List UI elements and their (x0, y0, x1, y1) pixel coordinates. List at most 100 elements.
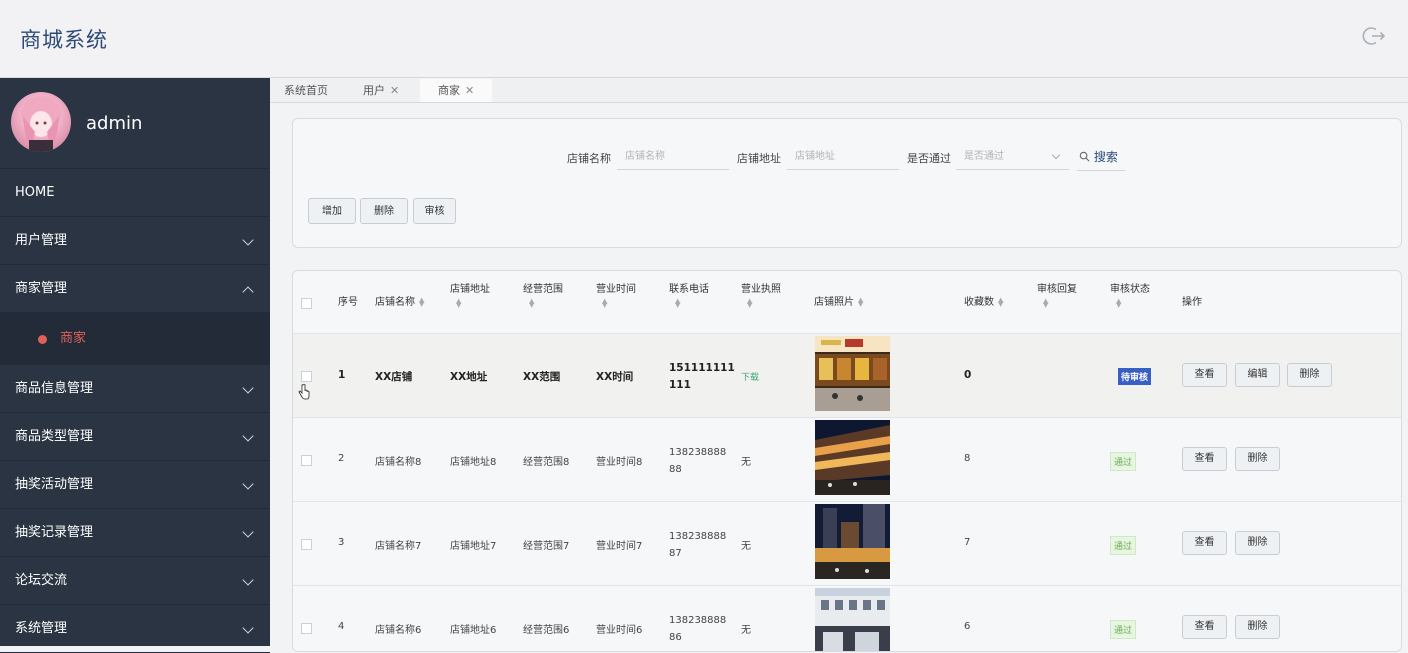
sidebar-item-product-info[interactable]: 商品信息管理 (0, 365, 270, 413)
shop-name-label: 店铺名称 (567, 152, 611, 165)
sidebar-item-product-type[interactable]: 商品类型管理 (0, 413, 270, 461)
sort-icon[interactable]: ▲ ▼ (529, 298, 535, 309)
passed-select[interactable]: 是否通过 (956, 144, 1069, 170)
sort-icon[interactable]: ▲ ▼ (1116, 298, 1122, 309)
cell-hours: 营业时间8 (596, 457, 643, 468)
chevron-down-icon (242, 478, 254, 490)
row-checkbox[interactable] (301, 455, 312, 466)
delete-button[interactable]: 删除 (1287, 363, 1332, 387)
shop-addr-label: 店铺地址 (737, 152, 781, 165)
col-header-reply[interactable]: 审核回复 ▲ ▼ (1037, 283, 1077, 311)
phone-line: 138238888 (669, 531, 727, 542)
chevron-down-icon (242, 526, 254, 538)
cell-hours: XX时间 (596, 371, 634, 383)
cell-shop-name: 店铺名称8 (375, 457, 422, 468)
chevron-down-icon (242, 234, 254, 246)
sidebar-subitem-label: 商家 (60, 331, 87, 346)
cell-scope: 经营范围7 (523, 541, 570, 552)
phone-line: 88 (669, 464, 682, 475)
chevron-down-icon (242, 430, 254, 442)
batch-delete-button[interactable]: 删除 (360, 198, 408, 224)
status-badge: 通过 (1110, 536, 1137, 555)
sort-icon[interactable]: ▲ ▼ (602, 298, 608, 309)
cell-phone: 151111111 111 (669, 360, 735, 394)
cell-phone: 138238888 86 (669, 612, 726, 646)
sort-icon[interactable]: ▲ ▼ (675, 298, 681, 309)
table-row: 4 店铺名称6 店铺地址6 经营范围6 营业时间6 138238888 86 无 … (293, 585, 1401, 651)
cell-hours: 营业时间6 (596, 625, 643, 636)
sidebar: admin HOME 用户管理 商家管理 商家 商品信息管理 商品类型管理 抽奖… (0, 78, 270, 653)
sort-icon[interactable]: ▲ ▼ (998, 297, 1004, 308)
sort-icon[interactable]: ▲ ▼ (419, 297, 425, 308)
sidebar-item-label: 论坛交流 (15, 573, 68, 588)
hand-cursor-icon (298, 384, 310, 400)
view-button[interactable]: 查看 (1182, 363, 1227, 387)
top-header: 商城系统 (0, 0, 1408, 78)
sidebar-item-user-management[interactable]: 用户管理 (0, 217, 270, 265)
col-header-shop-name[interactable]: 店铺名称 ▲ ▼ (375, 296, 425, 310)
cell-scope: 经营范围8 (523, 457, 570, 468)
cell-license: 无 (741, 625, 751, 636)
phone-line: 138238888 (669, 447, 727, 458)
view-button[interactable]: 查看 (1182, 615, 1227, 639)
cell-scope: XX范围 (523, 371, 561, 383)
shop-addr-input[interactable]: 店铺地址 (787, 144, 899, 170)
audit-button[interactable]: 审核 (413, 198, 456, 224)
status-badge: 通过 (1110, 452, 1137, 471)
sidebar-item-home[interactable]: HOME (0, 169, 270, 217)
license-download-link[interactable]: 下载 (741, 370, 759, 383)
sidebar-item-label: 用户管理 (15, 233, 68, 248)
col-header-favorites[interactable]: 收藏数 ▲ ▼ (964, 296, 1004, 310)
search-button[interactable]: 搜索 (1077, 146, 1125, 171)
sidebar-subitem-merchant[interactable]: 商家 (0, 313, 270, 365)
col-header-label: 联系电话 (669, 284, 709, 295)
close-icon[interactable]: ✕ (390, 84, 399, 97)
col-header-photo[interactable]: 店铺照片 ▲ ▼ (814, 296, 864, 310)
sidebar-item-label: 抽奖记录管理 (15, 525, 94, 540)
shop-name-input[interactable]: 店铺名称 (617, 144, 729, 170)
tab-merchant[interactable]: 商家 ✕ (420, 79, 493, 102)
search-button-label: 搜索 (1093, 150, 1118, 164)
col-header-label: 审核状态 (1110, 284, 1150, 295)
col-header-shop-addr[interactable]: 店铺地址 ▲ ▼ (450, 283, 490, 311)
sidebar-item-forum[interactable]: 论坛交流 (0, 557, 270, 605)
col-header-status[interactable]: 审核状态 ▲ ▼ (1110, 283, 1150, 311)
sort-icon[interactable]: ▲ ▼ (747, 298, 753, 309)
row-checkbox[interactable] (301, 371, 312, 382)
sidebar-item-lottery-record[interactable]: 抽奖记录管理 (0, 509, 270, 557)
sidebar-item-lottery-activity[interactable]: 抽奖活动管理 (0, 461, 270, 509)
col-header-license[interactable]: 营业执照 ▲ ▼ (741, 283, 781, 311)
row-checkbox[interactable] (301, 623, 312, 634)
sidebar-item-merchant-management[interactable]: 商家管理 (0, 265, 270, 313)
view-button[interactable]: 查看 (1182, 447, 1227, 471)
col-header-scope[interactable]: 经营范围 ▲ ▼ (523, 283, 563, 311)
sort-icon[interactable]: ▲ ▼ (1043, 298, 1049, 309)
col-header-phone[interactable]: 联系电话 ▲ ▼ (669, 283, 709, 311)
delete-button[interactable]: 删除 (1235, 531, 1280, 555)
col-header-hours[interactable]: 营业时间 ▲ ▼ (596, 283, 636, 311)
phone-line: 86 (669, 632, 682, 643)
delete-button[interactable]: 删除 (1235, 615, 1280, 639)
col-header-label: 收藏数 (964, 297, 994, 308)
delete-button[interactable]: 删除 (1235, 447, 1280, 471)
cell-license: 无 (741, 457, 751, 468)
col-header-index: 序号 (338, 297, 358, 308)
cell-index: 1 (338, 369, 346, 381)
cell-favorites: 8 (964, 453, 971, 464)
sort-icon[interactable]: ▲ ▼ (858, 297, 864, 308)
cell-shop-name: XX店铺 (375, 371, 413, 383)
add-button[interactable]: 增加 (308, 198, 356, 224)
view-button[interactable]: 查看 (1182, 531, 1227, 555)
logout-icon[interactable] (1362, 24, 1386, 48)
sort-icon[interactable]: ▲ ▼ (456, 298, 462, 309)
col-header-label: 店铺照片 (814, 297, 854, 308)
tab-home[interactable]: 系统首页 (284, 79, 328, 102)
edit-button[interactable]: 编辑 (1235, 363, 1280, 387)
phone-line: 138238888 (669, 615, 727, 626)
shop-photo (815, 420, 890, 495)
row-checkbox[interactable] (301, 539, 312, 550)
close-icon[interactable]: ✕ (465, 84, 474, 97)
select-all-checkbox[interactable] (301, 298, 312, 309)
shop-photo (815, 336, 890, 411)
tab-user[interactable]: 用户 ✕ (363, 79, 399, 102)
